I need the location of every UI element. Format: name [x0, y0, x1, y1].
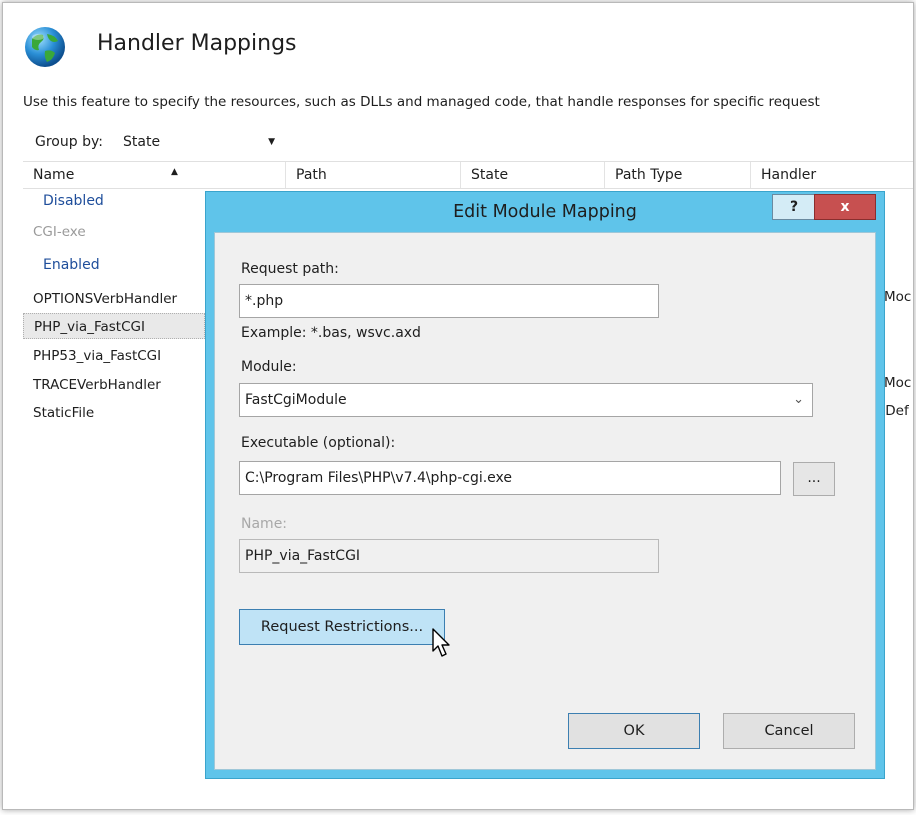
group-header-disabled[interactable]: Disabled	[43, 193, 104, 209]
list-item[interactable]: CGI-exe	[23, 219, 205, 245]
group-by-dropdown[interactable]: State ▼	[118, 130, 283, 154]
executable-input[interactable]: C:\Program Files\PHP\v7.4\php-cgi.exe	[239, 461, 781, 495]
page-description: Use this feature to specify the resource…	[23, 94, 820, 110]
list-header: Name ▲ Path State Path Type Handler	[23, 161, 913, 189]
request-path-label: Request path:	[241, 261, 339, 277]
chevron-down-icon: ▼	[268, 137, 275, 147]
cancel-button[interactable]: Cancel	[723, 713, 855, 749]
handler-cell: ,Def	[881, 403, 909, 419]
handler-cell: Moc	[884, 289, 912, 305]
group-by-label: Group by:	[35, 134, 103, 150]
request-path-example: Example: *.bas, wsvc.axd	[241, 325, 421, 341]
dialog-titlebar[interactable]: Edit Module Mapping ? x	[206, 192, 884, 232]
list-item[interactable]: TRACEVerbHandler	[23, 372, 205, 398]
module-value: FastCgiModule	[245, 392, 347, 408]
mouse-pointer-icon	[432, 628, 450, 657]
list-item[interactable]: StaticFile	[23, 400, 205, 426]
list-item-selected[interactable]: PHP_via_FastCGI	[23, 313, 205, 339]
name-field: PHP_via_FastCGI	[239, 539, 659, 573]
column-header-state[interactable]: State	[460, 162, 604, 188]
handler-cell: Moc	[884, 375, 912, 391]
column-header-path[interactable]: Path	[285, 162, 460, 188]
request-restrictions-button[interactable]: Request Restrictions...	[239, 609, 445, 645]
module-dropdown[interactable]: FastCgiModule ⌄	[239, 383, 813, 417]
name-label: Name:	[241, 516, 288, 532]
group-header-enabled[interactable]: Enabled	[43, 257, 100, 273]
globe-icon	[25, 27, 65, 67]
list-item[interactable]: OPTIONSVerbHandler	[23, 286, 205, 312]
column-header-path-type[interactable]: Path Type	[604, 162, 750, 188]
executable-label: Executable (optional):	[241, 435, 396, 451]
close-button[interactable]: x	[814, 194, 876, 220]
help-button[interactable]: ?	[772, 194, 816, 220]
chevron-down-icon: ⌄	[793, 392, 804, 407]
dialog-body: Request path: *.php Example: *.bas, wsvc…	[214, 232, 876, 770]
sort-ascending-icon: ▲	[171, 167, 178, 177]
page-title: Handler Mappings	[97, 31, 297, 56]
column-header-handler[interactable]: Handler	[750, 162, 913, 188]
request-path-input[interactable]: *.php	[239, 284, 659, 318]
edit-module-mapping-dialog: Edit Module Mapping ? x Request path: *.…	[205, 191, 885, 779]
iis-manager-window: Handler Mappings Use this feature to spe…	[2, 2, 914, 810]
list-item[interactable]: PHP53_via_FastCGI	[23, 343, 205, 369]
group-by-value: State	[123, 134, 161, 150]
ok-button[interactable]: OK	[568, 713, 700, 749]
module-label: Module:	[241, 359, 297, 375]
browse-button[interactable]: ...	[793, 462, 835, 496]
column-header-name[interactable]: Name ▲	[23, 162, 285, 188]
